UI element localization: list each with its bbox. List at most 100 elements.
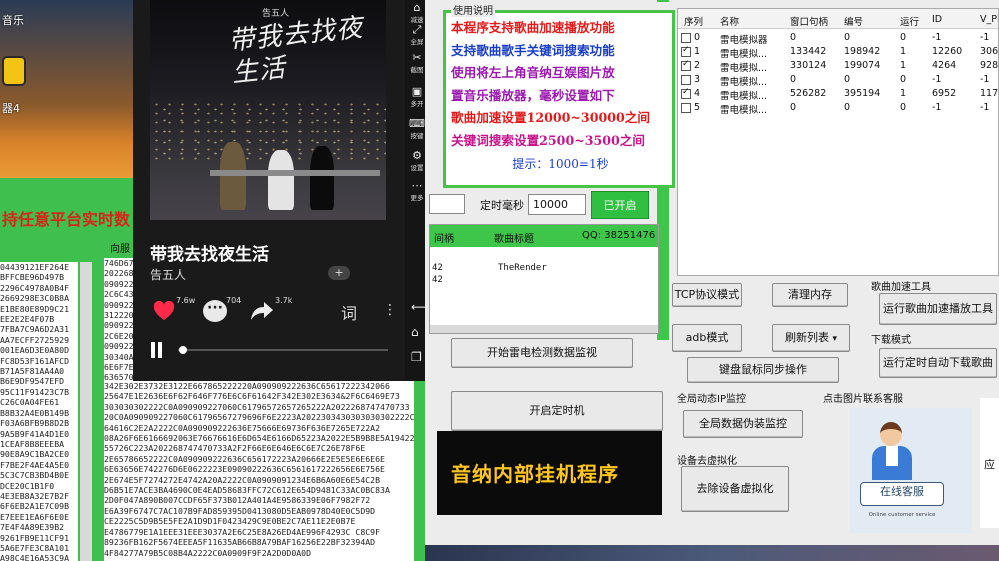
hex-main-pane: 342E302E3732E3122E667865222220A090909222…	[104, 381, 422, 561]
table-row[interactable]: 1 雷电模拟... 133442 198942 1 12260 3064	[678, 45, 999, 60]
recents-icon[interactable]: ❐	[411, 350, 422, 364]
emulator-table: 序列 名称 窗口句柄 编号 运行 ID V_PI 0 雷电模拟器 0 0 0 -1 -1 1 雷…	[677, 8, 999, 276]
tcp-mode-button[interactable]: TCP协议模式	[672, 283, 742, 307]
cell-hwnd: 0	[790, 102, 797, 113]
cell-running: 0	[900, 32, 907, 43]
table-row[interactable]: 4 雷电模拟... 526282 395194 1 6952 1174	[678, 87, 998, 102]
playback-progress[interactable]	[178, 349, 388, 351]
run-download-button[interactable]: 运行定时自动下载歌曲	[879, 348, 997, 378]
instruction-line: 支持歌曲歌手关键词搜索功能	[451, 42, 615, 58]
lyrics-icon[interactable]: 词	[341, 300, 357, 324]
desktop-app-icon[interactable]	[2, 56, 26, 86]
cell-running: 0	[900, 102, 907, 113]
start-monitor-button[interactable]: 开始雷电检测数据监视	[451, 338, 633, 368]
song-speed-group-label: 歌曲加速工具	[871, 282, 931, 293]
cell-name: 雷电模拟器	[720, 35, 768, 46]
global-fake-monitor-button[interactable]: 全局数据伪装监控	[683, 410, 803, 438]
cell-vp: 9284	[980, 60, 999, 71]
comments-count: 704	[226, 296, 242, 305]
service-subtitle: Online customer service	[868, 512, 936, 518]
table-row[interactable]: 0 雷电模拟器 0 0 0 -1 -1	[678, 31, 998, 46]
home-icon[interactable]: ⌂	[411, 325, 419, 339]
row-checkbox[interactable]	[681, 103, 691, 113]
cell-hwnd: 0	[790, 74, 797, 85]
table-row[interactable]: 5 雷电模拟... 0 0 0 -1 -1	[678, 101, 998, 116]
refresh-list-button[interactable]: 刷新列表 ▾	[772, 324, 850, 352]
cell-id: -1	[932, 102, 942, 113]
likes-count: 7.6w	[176, 296, 196, 305]
progress-knob[interactable]	[179, 346, 187, 354]
left-scrollbar[interactable]	[80, 262, 92, 561]
col-num[interactable]: 编号	[844, 14, 863, 28]
pause-icon[interactable]	[150, 342, 164, 358]
cell-idx: 0	[694, 32, 701, 43]
band-member	[310, 146, 334, 210]
heart-icon[interactable]	[153, 301, 175, 321]
col-handle[interactable]: 间柄	[434, 230, 454, 245]
cell-hwnd: 133442	[790, 46, 827, 57]
shares-count: 3.7k	[275, 296, 293, 305]
list-hscrollbar[interactable]	[430, 325, 658, 333]
row-checkbox[interactable]	[681, 33, 691, 43]
rooftop-rail	[210, 170, 380, 176]
col-qq[interactable]: QQ: 38251476	[582, 230, 655, 241]
follow-button[interactable]: +	[328, 266, 350, 280]
cell-name: 雷电模拟...	[720, 49, 768, 60]
download-group-label: 下载模式	[871, 335, 911, 346]
list-cell-title[interactable]: TheRender	[498, 263, 547, 273]
more-icon[interactable]: ⋮	[383, 302, 397, 318]
devirtualize-button[interactable]: 去除设备虚拟化	[681, 466, 789, 512]
artist-name[interactable]: 告五人	[150, 266, 186, 283]
share-icon[interactable]	[250, 300, 274, 322]
list-cell-handle[interactable]: 42	[432, 275, 443, 285]
col-vp[interactable]: V_PI	[980, 14, 998, 25]
cell-vp: 3064	[980, 46, 999, 57]
cell-vp: -1	[980, 32, 990, 43]
cell-idx: 3	[694, 74, 701, 85]
row-checkbox[interactable]	[681, 75, 691, 85]
cell-running: 0	[900, 74, 907, 85]
timer-ms-input[interactable]: 10000	[528, 194, 586, 215]
cell-idx: 4	[694, 88, 701, 99]
list-cell-handle[interactable]: 42	[432, 263, 443, 273]
col-running[interactable]: 运行	[900, 14, 919, 28]
run-speed-tool-button[interactable]: 运行歌曲加速播放工具	[879, 293, 997, 325]
cell-num: 0	[844, 32, 851, 43]
adb-mode-button[interactable]: adb模式	[672, 324, 742, 352]
right-edge-card: 应	[980, 398, 999, 528]
clear-memory-button[interactable]: 清理内存	[772, 283, 848, 307]
col-hwnd[interactable]: 窗口句柄	[790, 14, 828, 28]
col-title[interactable]: 歌曲标题	[494, 230, 534, 245]
instruction-line: 关键词搜索设置2500~3500之间	[451, 132, 645, 148]
hex-column-1: 04439121EF264E BFFCBE96D497B 2296C4978A0…	[0, 262, 78, 561]
agent-figure	[872, 446, 912, 480]
cell-id: 6952	[932, 88, 957, 99]
cell-hwnd: 526282	[790, 88, 827, 99]
cell-running: 1	[900, 60, 907, 71]
row-checkbox[interactable]	[681, 87, 691, 99]
online-service-button[interactable]: 在线客服	[860, 482, 944, 506]
album-calligraphy: 带我去找夜生活	[227, 12, 365, 89]
table-row[interactable]: 3 雷电模拟... 0 0 0 -1 -1	[678, 73, 998, 88]
cell-id: -1	[932, 32, 942, 43]
album-cover: 告五人 带我去找夜生活	[150, 0, 386, 220]
program-banner: 音纳内部挂机程序	[437, 431, 662, 515]
comment-icon[interactable]	[203, 300, 227, 322]
instruction-line: 本程序支持歌曲加速播放功能	[451, 20, 615, 35]
instruction-line: 使用将左上角音纳互娱图片放	[451, 65, 615, 81]
band-member	[268, 150, 294, 210]
small-input-field[interactable]	[429, 194, 465, 214]
col-id[interactable]: ID	[932, 14, 942, 25]
col-idx[interactable]: 序列	[684, 14, 703, 28]
col-name[interactable]: 名称	[720, 14, 739, 28]
table-row[interactable]: 2 雷电模拟... 330124 199074 1 4264 9284	[678, 59, 999, 74]
row-checkbox[interactable]	[681, 45, 691, 57]
cell-idx: 1	[694, 46, 701, 57]
started-button[interactable]: 已开启	[591, 191, 649, 219]
cell-hwnd: 0	[790, 32, 797, 43]
keyboard-mouse-sync-button[interactable]: 键盘鼠标同步操作	[687, 357, 839, 383]
cell-running: 1	[900, 46, 907, 57]
row-checkbox[interactable]	[681, 59, 691, 71]
start-timer-button[interactable]: 开启定时机	[451, 391, 663, 431]
customer-service-card[interactable]: 在线客服 Online customer service	[850, 408, 972, 533]
